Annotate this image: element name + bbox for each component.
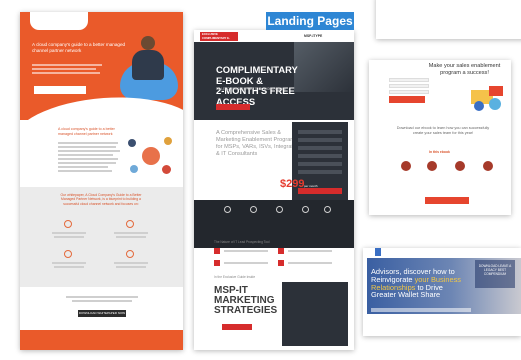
- landing-page-ebook: EXCLUSIVE COMPLIMENTARY E-BOOK MSP-ITYPE…: [194, 30, 354, 350]
- feature-icon: [324, 206, 331, 213]
- text-line: [52, 262, 86, 264]
- text-line: [58, 158, 118, 160]
- text-line: [116, 236, 146, 238]
- form-submit-button[interactable]: [298, 188, 342, 194]
- download-whitepaper-button[interactable]: DOWNLOAD WHITEPAPER NOW: [78, 310, 126, 317]
- benefits-title: Our whitepaper, A Cloud Company's Guide …: [60, 193, 142, 206]
- brand-logo: [375, 248, 381, 256]
- feature-icon: [224, 206, 231, 213]
- landing-page-sales-enablement: Make your sales enablement program a suc…: [369, 60, 511, 215]
- network-illustration: [128, 137, 174, 177]
- form-field[interactable]: [298, 170, 342, 174]
- ebook-logo: EXCLUSIVE COMPLIMENTARY E-BOOK: [200, 32, 238, 44]
- download-description: Download our ebook to learn how you can …: [396, 126, 490, 135]
- benefit-icon: [126, 250, 134, 258]
- footer: [20, 330, 183, 350]
- text-line: [54, 236, 84, 238]
- form-submit-button[interactable]: [389, 96, 425, 103]
- team-illustration: [471, 86, 503, 111]
- feature-icon: [401, 161, 411, 171]
- benefit-icon: [64, 220, 72, 228]
- text-line: [58, 166, 108, 168]
- form-field[interactable]: [298, 138, 342, 142]
- text-line: [58, 146, 116, 148]
- form-field[interactable]: [298, 162, 342, 166]
- text-line: [58, 142, 118, 144]
- download-button[interactable]: [425, 197, 469, 204]
- msp-cta-button[interactable]: [222, 324, 252, 330]
- brand-name: MSP-ITYPE: [304, 34, 323, 38]
- benefit-icon: [126, 220, 134, 228]
- hero-subtitle: TO LEAD PROSPECTING TOOL WORTH $1000: [216, 87, 286, 91]
- landing-page-partial: [376, 0, 521, 39]
- benefit-icon: [64, 250, 72, 258]
- logo-placeholder: [30, 12, 88, 30]
- form-field[interactable]: [389, 78, 429, 82]
- price-value: $299: [280, 178, 305, 190]
- text-line: [224, 250, 268, 252]
- feature-icon: [483, 161, 493, 171]
- text-line: [58, 170, 112, 172]
- hero-title-line: COMPLIMENTARY: [216, 64, 298, 75]
- page-title: Make your sales enablement program a suc…: [428, 63, 501, 76]
- inside-label: In this ebook: [429, 150, 450, 154]
- bullet-icon: [214, 248, 220, 254]
- text-line: [72, 300, 132, 302]
- hero-text-line: [32, 64, 102, 66]
- form-field[interactable]: [298, 130, 342, 134]
- form-field[interactable]: [298, 154, 342, 158]
- form-field[interactable]: [298, 146, 342, 150]
- hero-cta-button[interactable]: [34, 86, 86, 94]
- text-line: [54, 266, 84, 268]
- text-line: [288, 262, 332, 264]
- feature-icon: [276, 206, 283, 213]
- feature-icon: [427, 161, 437, 171]
- hero-title: COMPLIMENTARY E-BOOK & 2-MONTH'S FREE AC…: [216, 64, 336, 107]
- person-photo: [132, 50, 164, 80]
- section-title: A cloud company's guide to a better mana…: [58, 127, 115, 136]
- price-period: per month: [304, 184, 318, 188]
- hero-title: A cloud company's guide to a better mana…: [32, 42, 126, 53]
- section-heading: In the Exclusive Guide Inside: [214, 275, 256, 279]
- text-line: [116, 266, 146, 268]
- checklist-panel: [282, 282, 348, 346]
- text-line: [288, 250, 332, 252]
- landing-pages-label: Landing Pages: [266, 12, 354, 30]
- feature-icon: [250, 206, 257, 213]
- bullet-icon: [214, 260, 220, 266]
- section-heading: The Nature of IT Lead Prospecting Tool: [214, 240, 270, 244]
- hero-cta-button[interactable]: [216, 104, 250, 110]
- price-label: Great value starting at: [230, 184, 266, 188]
- text-line: [52, 232, 86, 234]
- text-line: [58, 162, 116, 164]
- person-photo-head: [141, 36, 155, 50]
- landing-page-cloud-guide: A cloud company's guide to a better mana…: [20, 12, 183, 350]
- feature-icon: [302, 206, 309, 213]
- text-line: [114, 262, 148, 264]
- hero-subtext-line: [371, 308, 471, 312]
- feature-icon: [455, 161, 465, 171]
- form-field[interactable]: [389, 90, 429, 94]
- form-field[interactable]: [389, 84, 429, 88]
- text-line: [58, 154, 113, 156]
- hero-title: Advisors, discover how to Reinvigorate y…: [371, 268, 467, 299]
- landing-page-advisors: Advisors, discover how to Reinvigorate y…: [363, 248, 521, 336]
- msp-strategies-title: MSP-IT MARKETING STRATEGIES: [214, 285, 278, 316]
- text-line: [58, 150, 120, 152]
- hero-text-line: [32, 72, 100, 74]
- text-line: [114, 232, 148, 234]
- text-line: [66, 296, 138, 298]
- program-description: A Comprehensive Sales & Marketing Enable…: [216, 130, 301, 157]
- hero-text-line: [32, 68, 96, 70]
- text-line: [224, 262, 268, 264]
- download-box[interactable]: DOWNLOAD LEAVE A LEGACY BEST COMPENDIUM: [475, 260, 515, 288]
- bullet-icon: [278, 260, 284, 266]
- bullet-icon: [278, 248, 284, 254]
